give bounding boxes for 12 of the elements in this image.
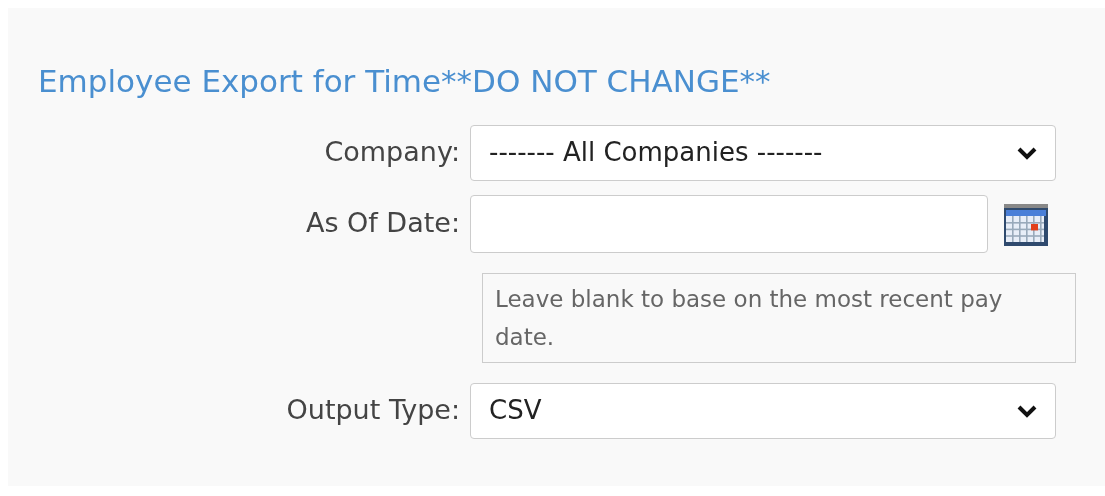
chevron-down-icon	[1017, 145, 1037, 160]
field-label: Output Type:	[285, 393, 461, 428]
dropdown-value: CSV	[489, 394, 542, 427]
field-label: As Of Date:	[304, 206, 461, 241]
hint-text: Leave blank to base on the most recent pay date.	[482, 272, 1076, 363]
date-field[interactable]	[470, 194, 988, 253]
page-title: Employee Export for Time**DO NOT CHANGE**	[37, 62, 772, 101]
field-label: Company:	[323, 135, 461, 170]
dropdown[interactable]: ------- All Companies -------	[470, 124, 1056, 181]
chevron-down-icon	[1017, 403, 1037, 418]
dropdown[interactable]: CSV	[470, 382, 1056, 439]
dropdown-value: ------- All Companies -------	[489, 136, 823, 169]
